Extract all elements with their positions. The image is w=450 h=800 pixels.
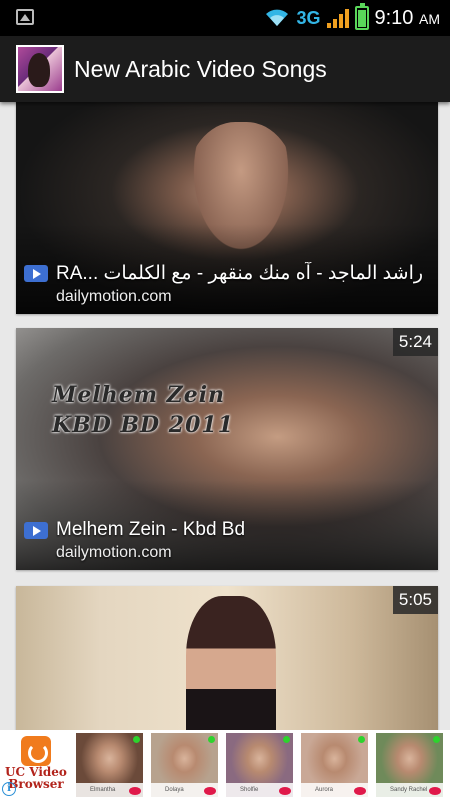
app-title: New Arabic Video Songs bbox=[74, 55, 327, 82]
ad-profile-tile[interactable]: Dolaya bbox=[151, 733, 218, 797]
wifi-icon bbox=[266, 9, 289, 26]
online-status-icon bbox=[358, 736, 365, 743]
kiss-icon bbox=[204, 787, 216, 795]
ad-info-icon[interactable]: i bbox=[2, 782, 16, 796]
kiss-icon bbox=[354, 787, 366, 795]
play-icon bbox=[24, 265, 48, 282]
video-duration: 5:24 bbox=[392, 328, 438, 356]
video-card[interactable]: 5:05 bbox=[16, 586, 438, 730]
video-feed[interactable]: RA... راشد الماجد - آه منك منقهر - مع ال… bbox=[0, 102, 450, 730]
uc-browser-icon bbox=[21, 736, 51, 766]
signal-icon bbox=[326, 8, 349, 28]
kiss-icon bbox=[279, 787, 291, 795]
action-bar: New Arabic Video Songs bbox=[0, 36, 450, 102]
video-source: dailymotion.com bbox=[56, 288, 172, 305]
ad-profiles: Elmantha Dolaya Sholfie Aurora Sandy Rachel bbox=[76, 733, 443, 797]
ad-profile-tile[interactable]: Sholfie bbox=[226, 733, 293, 797]
video-title: RA... راشد الماجد - آه منك منقهر - مع ال… bbox=[56, 263, 424, 284]
clock: 9:10 AM bbox=[374, 6, 441, 29]
video-duration: 5:05 bbox=[392, 586, 438, 614]
video-thumbnail bbox=[186, 596, 276, 730]
ad-profile-tile[interactable]: Sandy Rachel bbox=[376, 733, 443, 797]
kiss-icon bbox=[429, 787, 441, 795]
online-status-icon bbox=[283, 736, 290, 743]
online-status-icon bbox=[133, 736, 140, 743]
ad-app-uc-browser[interactable]: UC Video Browser i bbox=[0, 730, 72, 800]
video-card[interactable]: RA... راشد الماجد - آه منك منقهر - مع ال… bbox=[16, 102, 438, 314]
play-icon bbox=[24, 521, 48, 539]
kiss-icon bbox=[129, 787, 141, 795]
online-status-icon bbox=[208, 736, 215, 743]
thumbnail-overlay-text: Melhem Zein KBD BD 2011 bbox=[52, 382, 235, 438]
ad-banner[interactable]: UC Video Browser i Elmantha Dolaya Sholfie… bbox=[0, 730, 450, 800]
video-source: dailymotion.com bbox=[56, 544, 172, 561]
ad-profile-tile[interactable]: Aurora bbox=[301, 733, 368, 797]
ad-profile-tile[interactable]: Elmantha bbox=[76, 733, 143, 797]
status-bar: 3G 9:10 AM bbox=[0, 0, 450, 36]
battery-icon bbox=[354, 3, 369, 30]
network-type: 3G bbox=[296, 7, 321, 28]
video-card[interactable]: Melhem Zein KBD BD 2011 5:24 Melhem Zein… bbox=[16, 328, 438, 570]
online-status-icon bbox=[433, 736, 440, 743]
video-title: Melhem Zein - Kbd Bd bbox=[56, 519, 246, 540]
app-logo-icon[interactable] bbox=[16, 45, 64, 93]
gallery-notification-icon bbox=[16, 9, 34, 25]
